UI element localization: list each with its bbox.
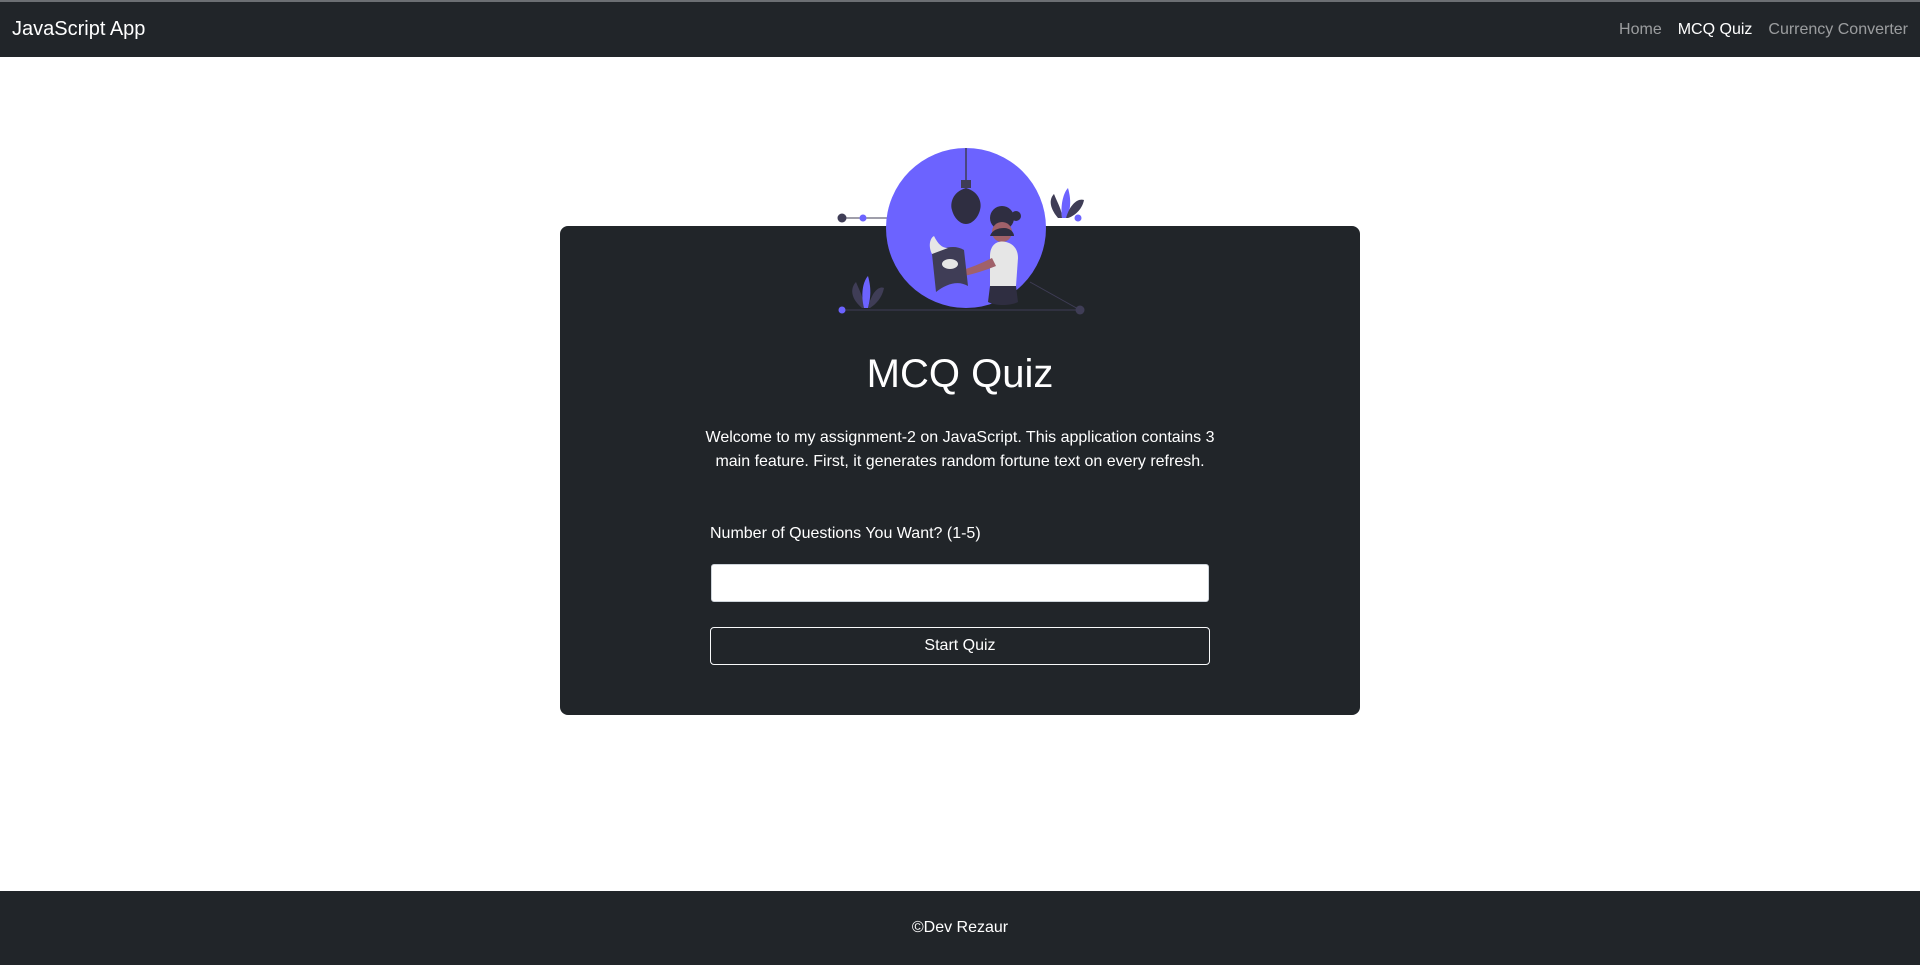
start-quiz-button[interactable]: Start Quiz: [710, 627, 1210, 665]
intro-text: Welcome to my assignment-2 on JavaScript…: [705, 429, 1215, 470]
footer: ©Dev Rezaur: [0, 891, 1920, 965]
nav-home-link[interactable]: Home: [1619, 13, 1662, 47]
page-title: MCQ Quiz: [866, 352, 1054, 396]
person-reading-lightbulb-illustration: [837, 148, 1085, 315]
question-count-input[interactable]: [711, 564, 1209, 602]
nav-currency-converter-link[interactable]: Currency Converter: [1768, 13, 1908, 47]
copyright-text: ©Dev Rezaur: [911, 919, 1009, 936]
nav-links: Home MCQ Quiz Currency Converter: [1619, 13, 1908, 47]
navbar: JavaScript App Home MCQ Quiz Currency Co…: [0, 2, 1920, 57]
question-count-label: Number of Questions You Want? (1-5): [710, 525, 981, 542]
brand-link[interactable]: JavaScript App: [12, 18, 145, 41]
nav-mcq-quiz-link[interactable]: MCQ Quiz: [1678, 13, 1753, 47]
